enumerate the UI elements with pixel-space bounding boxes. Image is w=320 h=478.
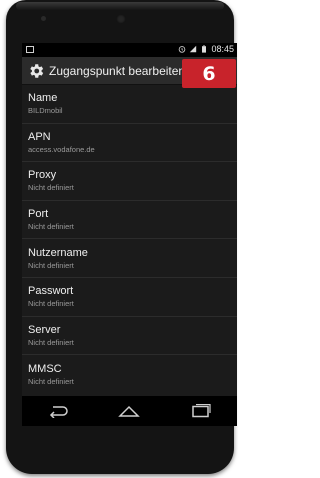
setting-value: BILDmobil (28, 106, 63, 116)
gear-icon[interactable] (27, 62, 45, 80)
setting-value: Nicht definiert (28, 222, 74, 232)
front-camera (116, 14, 126, 24)
status-right: 08:45 (178, 44, 234, 54)
setting-proxy[interactable]: Proxy Nicht definiert (22, 162, 237, 201)
recent-apps-icon (192, 404, 211, 418)
home-icon (118, 405, 141, 417)
setting-label: MMSC (28, 362, 62, 375)
setting-value: Nicht definiert (28, 299, 74, 309)
setting-label: Proxy (28, 169, 57, 182)
setting-label: Nutzername (28, 246, 88, 259)
status-bar: 08:45 (22, 43, 237, 57)
step-number-badge: 6 (182, 59, 236, 88)
setting-value: Nicht definiert (28, 376, 74, 386)
setting-apn[interactable]: APN access.vodafone.de (22, 124, 237, 163)
page-title: Zugangspunkt bearbeiten (49, 63, 186, 78)
setting-label: APN (28, 130, 51, 143)
setting-password[interactable]: Passwort Nicht definiert (22, 278, 237, 317)
setting-label: Name (28, 92, 58, 105)
speaker-hole (41, 16, 46, 21)
apn-settings-list: Name BILDmobil APN access.vodafone.de Pr… (22, 85, 237, 394)
setting-label: Server (28, 323, 61, 336)
setting-label: Passwort (28, 285, 74, 298)
recent-apps-button[interactable] (186, 401, 216, 421)
status-time: 08:45 (211, 44, 234, 54)
setting-value: Nicht definiert (28, 183, 74, 193)
setting-value: access.vodafone.de (28, 144, 95, 154)
setting-name[interactable]: Name BILDmobil (22, 85, 237, 124)
setting-label: Port (28, 208, 49, 221)
alarm-icon (179, 46, 186, 53)
phone-shine (16, 2, 224, 10)
back-button[interactable] (43, 401, 73, 421)
setting-port[interactable]: Port Nicht definiert (22, 201, 237, 240)
setting-mmsc[interactable]: MMSC Nicht definiert (22, 355, 237, 394)
setting-value: Nicht definiert (28, 337, 74, 347)
back-icon (49, 406, 68, 418)
phone-screen: 08:45 Zugangspunkt bearbeiten Name BILDm… (22, 43, 237, 396)
navigation-bar (22, 396, 237, 426)
image-notification-icon (26, 46, 34, 53)
setting-value: Nicht definiert (28, 260, 74, 270)
signal-icon (190, 45, 197, 53)
home-button[interactable] (114, 401, 144, 421)
setting-username[interactable]: Nutzername Nicht definiert (22, 239, 237, 278)
battery-icon (202, 45, 207, 53)
setting-server[interactable]: Server Nicht definiert (22, 317, 237, 356)
